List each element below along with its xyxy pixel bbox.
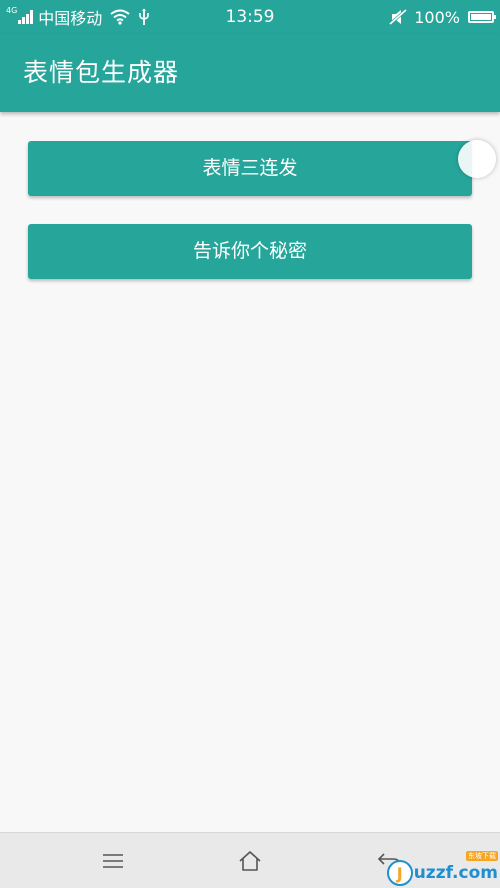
battery-icon: [468, 11, 496, 23]
home-icon[interactable]: [230, 843, 270, 879]
watermark-text: uzzf.com: [413, 863, 498, 883]
screen: 4G 中国移动 13:59 100% 表情包生成器 表情三连发 告诉你个秘密 J…: [0, 0, 500, 888]
battery-fill: [471, 14, 491, 20]
mute-icon: [388, 8, 408, 26]
app-bar: 表情包生成器: [0, 34, 500, 112]
site-watermark: J uzzf.com 东坡下载: [386, 851, 498, 886]
nav-bar: J uzzf.com 东坡下载: [0, 832, 500, 888]
floating-assist-handle[interactable]: [458, 140, 496, 178]
emoji-triple-button[interactable]: 表情三连发: [28, 141, 472, 196]
app-title: 表情包生成器: [23, 58, 180, 87]
menu-icon[interactable]: [93, 843, 133, 879]
watermark-logo: J: [386, 860, 413, 886]
battery-percent: 100%: [414, 7, 460, 27]
tell-secret-button[interactable]: 告诉你个秘密: [28, 224, 472, 279]
status-bar-right: 100%: [388, 0, 496, 34]
status-bar: 4G 中国移动 13:59 100%: [0, 0, 500, 34]
watermark-tag: 东坡下载: [466, 851, 498, 861]
